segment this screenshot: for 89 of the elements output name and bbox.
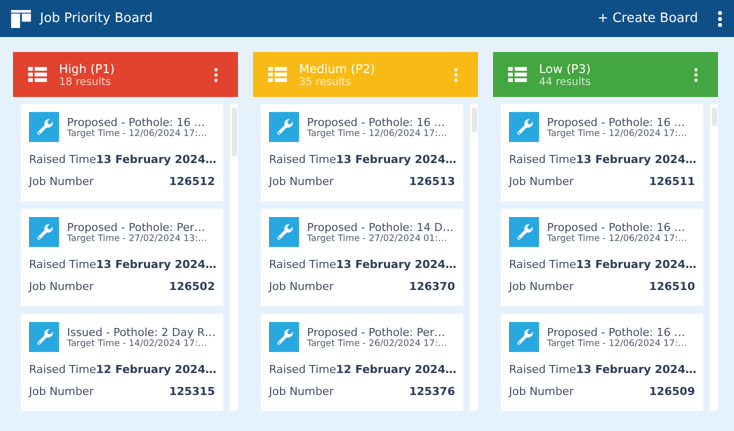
job-card[interactable]: Issued - Pothole: 2 Day R… Target Time - 14/02/2024 17:… Raised Time12 February 2024… Job Number 125315 [21, 314, 223, 411]
board-title: Job Priority Board [40, 11, 153, 26]
field-label: Job Number [269, 175, 334, 188]
wrench-icon [29, 112, 59, 142]
raised-time: 13 February 2024… [96, 152, 216, 166]
scrollbar[interactable] [230, 104, 238, 410]
field-label: Raised Time [509, 152, 576, 166]
field-label: Raised Time [269, 258, 336, 271]
job-number: 126509 [649, 385, 695, 398]
job-title: Proposed - Pothole: 16 … [307, 116, 446, 128]
job-title: Proposed - Pothole: 16 … [547, 220, 686, 234]
field-label: Job Number [509, 175, 574, 188]
job-title: Proposed - Pothole: 16 … [67, 116, 206, 128]
wrench-icon [29, 322, 59, 352]
more-icon[interactable] [214, 68, 218, 82]
target-time: Target Time - 27/02/2024 13:… [67, 234, 207, 244]
job-card[interactable]: Proposed - Pothole: 16 … Target Time - 12/06/2024 17:… Raised Time13 February 2024… Job Number 126509 [501, 314, 703, 411]
job-title: Proposed - Pothole: Per… [307, 326, 446, 338]
column-title: Low (P3) [539, 62, 592, 76]
field-label: Raised Time [29, 152, 96, 166]
wrench-icon [269, 217, 299, 247]
scrollbar[interactable] [710, 104, 718, 410]
job-card[interactable]: Proposed - Pothole: 16 … Target Time - 12/06/2024 17:… Raised Time13 February 2024… Job Number 126513 [261, 104, 463, 201]
raised-time: 13 February 2024… [96, 258, 216, 271]
job-number: 126512 [169, 175, 215, 188]
raised-time: 12 February 2024… [96, 362, 216, 376]
wrench-icon [509, 112, 539, 142]
target-time: Target Time - 27/02/2024 01:… [307, 234, 448, 244]
job-number: 126510 [649, 280, 695, 294]
job-card[interactable]: Proposed - Pothole: 14 D… Target Time - 27/02/2024 01:… Raised Time13 February 2024… Job Number 126370 [261, 209, 463, 306]
job-title: Issued - Pothole: 2 Day R… [67, 326, 215, 338]
field-label: Job Number [29, 280, 94, 294]
job-number: 126511 [649, 175, 695, 188]
board-logo-icon [11, 10, 31, 28]
field-label: Job Number [509, 280, 574, 294]
raised-time: 13 February 2024… [576, 362, 696, 376]
job-title: Proposed - Pothole: Per… [67, 220, 206, 234]
target-time: Target Time - 12/06/2024 17:… [67, 128, 207, 138]
target-time: Target Time - 14/02/2024 17:… [67, 338, 208, 348]
job-number: 126370 [409, 280, 455, 294]
field-label: Job Number [269, 385, 334, 398]
field-label: Job Number [29, 175, 94, 188]
raised-time: 13 February 2024… [576, 258, 696, 271]
job-title: Proposed - Pothole: 16 … [547, 326, 686, 338]
raised-time: 12 February 2024… [336, 362, 456, 376]
job-title: Proposed - Pothole: 14 D… [307, 220, 454, 234]
column-title: High (P1) [59, 62, 116, 76]
job-number: 126513 [409, 175, 455, 188]
field-label: Raised Time [29, 362, 96, 376]
field-label: Raised Time [269, 152, 336, 166]
job-number: 125315 [169, 385, 215, 398]
job-card[interactable]: Proposed - Pothole: Per… Target Time - 26/02/2024 17:… Raised Time12 February 2024… Job Number 125376 [261, 314, 463, 411]
job-number: 125376 [409, 385, 455, 398]
raised-time: 13 February 2024… [336, 258, 456, 271]
result-count: 44 results [539, 76, 592, 88]
field-label: Raised Time [29, 258, 96, 271]
field-label: Job Number [29, 385, 94, 398]
job-card[interactable]: Proposed - Pothole: 16 … Target Time - 12/06/2024 17:… Raised Time13 February 2024… Job Number 126512 [21, 104, 223, 201]
raised-time: 13 February 2024… [336, 152, 456, 166]
more-icon[interactable] [718, 10, 722, 26]
list-icon [268, 67, 287, 82]
wrench-icon [269, 322, 299, 352]
list-icon [508, 67, 527, 82]
job-title: Proposed - Pothole: 16 … [547, 116, 686, 128]
result-count: 18 results [59, 76, 112, 88]
result-count: 35 results [299, 76, 352, 88]
target-time: Target Time - 12/06/2024 17:… [307, 128, 447, 138]
job-card[interactable]: Proposed - Pothole: 16 … Target Time - 12/06/2024 17:… Raised Time13 February 2024… Job Number 126510 [501, 209, 703, 306]
wrench-icon [29, 217, 59, 247]
list-icon [28, 67, 47, 82]
scrollbar[interactable] [470, 104, 478, 410]
raised-time: 13 February 2024… [576, 152, 696, 166]
target-time: Target Time - 26/02/2024 17:… [307, 338, 447, 348]
wrench-icon [269, 112, 299, 142]
wrench-icon [509, 217, 539, 247]
target-time: Target Time - 12/06/2024 17:… [547, 338, 687, 348]
field-label: Raised Time [509, 362, 576, 376]
job-number: 126502 [169, 280, 215, 294]
field-label: Raised Time [269, 362, 336, 376]
target-time: Target Time - 12/06/2024 17:… [547, 128, 687, 138]
job-card[interactable]: Proposed - Pothole: 16 … Target Time - 12/06/2024 17:… Raised Time13 February 2024… Job Number 126511 [501, 104, 703, 201]
target-time: Target Time - 12/06/2024 17:… [547, 234, 687, 244]
field-label: Job Number [509, 385, 574, 398]
create-board-button[interactable]: + Create Board [597, 11, 698, 26]
field-label: Job Number [269, 280, 334, 294]
field-label: Raised Time [509, 258, 576, 271]
column-title: Medium (P2) [299, 62, 376, 76]
wrench-icon [509, 322, 539, 352]
job-card[interactable]: Proposed - Pothole: Per… Target Time - 27/02/2024 13:… Raised Time13 February 2024… Job Number 126502 [21, 209, 223, 306]
